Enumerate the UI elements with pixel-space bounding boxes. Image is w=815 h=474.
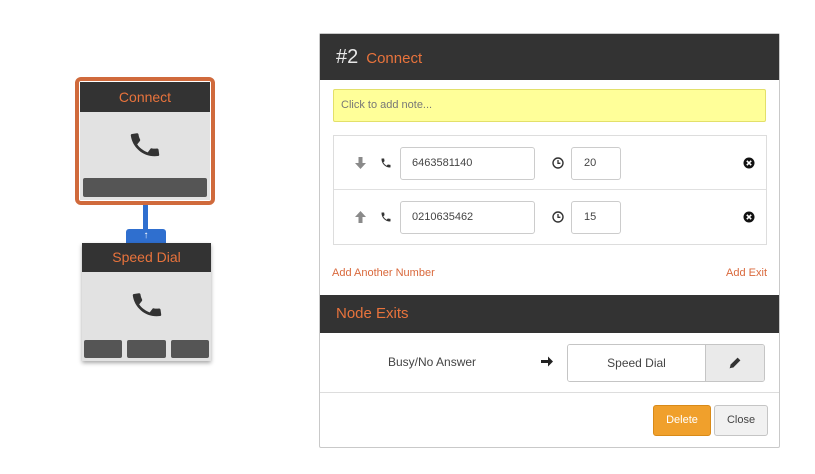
exit-slot[interactable] bbox=[170, 340, 209, 358]
clock-icon bbox=[552, 210, 564, 228]
note-field[interactable]: Click to add note... bbox=[333, 89, 766, 122]
connector-handle[interactable]: ↑ bbox=[126, 229, 166, 243]
exit-target-name[interactable]: Speed Dial bbox=[568, 345, 705, 381]
clock-icon bbox=[552, 156, 564, 174]
canvas-node-connect[interactable]: Connect bbox=[75, 77, 215, 205]
remove-icon[interactable] bbox=[743, 156, 755, 174]
numbers-list: 6463581140 20 0210635462 15 bbox=[333, 135, 767, 245]
exit-slot[interactable] bbox=[127, 340, 166, 358]
exit-slot[interactable] bbox=[84, 340, 123, 358]
add-exit-link[interactable]: Add Exit bbox=[726, 267, 767, 279]
timeout-input[interactable]: 15 bbox=[571, 201, 621, 234]
list-item: 0210635462 15 bbox=[334, 190, 766, 244]
exit-target[interactable]: Speed Dial bbox=[567, 344, 765, 382]
phone-number-input[interactable]: 6463581140 bbox=[400, 147, 535, 180]
phone-icon bbox=[130, 288, 164, 327]
node-body bbox=[82, 272, 211, 361]
node-exit-slots bbox=[84, 340, 209, 358]
node-title: Speed Dial bbox=[82, 243, 211, 272]
canvas-node-speed-dial[interactable]: Speed Dial bbox=[82, 243, 211, 361]
phone-number-input[interactable]: 0210635462 bbox=[400, 201, 535, 234]
add-number-link[interactable]: Add Another Number bbox=[332, 267, 435, 279]
phone-icon bbox=[128, 128, 162, 167]
list-item: 6463581140 20 bbox=[334, 136, 766, 190]
arrow-right-icon bbox=[541, 354, 553, 372]
panel-header: #2 Connect bbox=[320, 34, 779, 80]
connector-line bbox=[143, 205, 148, 231]
node-body bbox=[80, 112, 210, 200]
node-editor-panel: #2 Connect Click to add note... 64635811… bbox=[319, 33, 780, 448]
arrow-up-icon[interactable] bbox=[355, 210, 366, 228]
node-number: #2 bbox=[336, 45, 359, 68]
node-exits-header: Node Exits bbox=[320, 295, 779, 333]
delete-button[interactable]: Delete bbox=[653, 405, 711, 436]
remove-icon[interactable] bbox=[743, 210, 755, 228]
phone-icon bbox=[380, 210, 392, 228]
exit-label: Busy/No Answer bbox=[388, 355, 477, 369]
phone-icon bbox=[380, 156, 392, 174]
pencil-icon[interactable] bbox=[705, 345, 764, 381]
node-exit-bar[interactable] bbox=[83, 178, 207, 197]
node-title: Connect bbox=[80, 82, 210, 112]
panel-title: Connect bbox=[366, 50, 423, 67]
close-button[interactable]: Close bbox=[714, 405, 768, 436]
arrow-down-icon[interactable] bbox=[355, 156, 366, 174]
timeout-input[interactable]: 20 bbox=[571, 147, 621, 180]
exit-row: Busy/No Answer Speed Dial bbox=[320, 333, 779, 393]
